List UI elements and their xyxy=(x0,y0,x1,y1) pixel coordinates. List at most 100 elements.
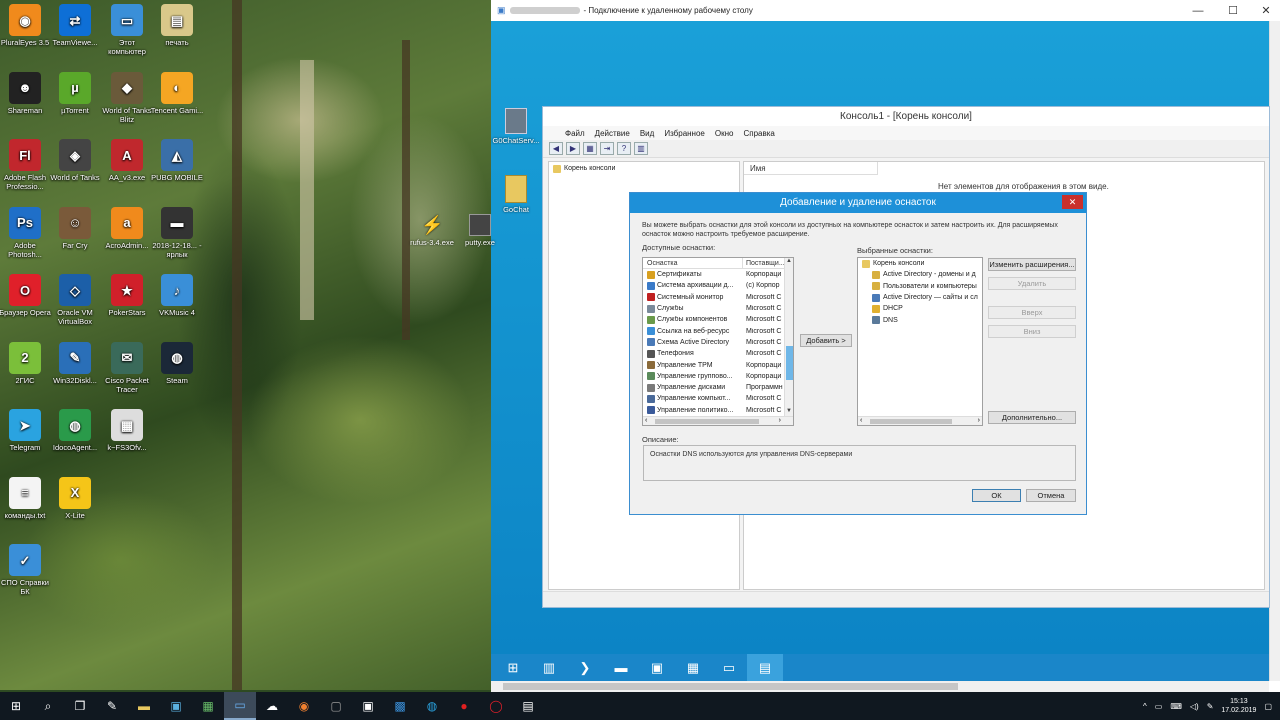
rdp-titlebar[interactable]: ▣ - Подключение к удаленному рабочему ст… xyxy=(491,0,1280,21)
selected-snapin[interactable]: DNS xyxy=(858,314,982,325)
available-snapins-list[interactable]: Оснастка Поставщи... Сертификаты Корпорац… xyxy=(642,257,794,426)
menu-file[interactable]: Файл xyxy=(565,129,585,138)
search-icon[interactable]: ⌕ xyxy=(32,692,64,720)
store-icon[interactable]: ▣ xyxy=(160,692,192,720)
desktop-icon[interactable]: ▬ 2018-12-18... - ярлык xyxy=(150,206,204,259)
list-item[interactable]: Схема Active Directory Microsoft C xyxy=(643,337,793,348)
pen-icon[interactable]: ✎ xyxy=(1207,702,1214,711)
desktop-icon[interactable]: ≡ команды.txt xyxy=(0,476,52,520)
column-header-name[interactable]: Имя xyxy=(744,162,878,175)
list-item[interactable]: Сертификаты Корпораци xyxy=(643,269,793,280)
scroll-thumb[interactable] xyxy=(786,346,793,380)
desktop-icon[interactable]: Fl Adobe Flash Professio... xyxy=(0,139,52,191)
scroll-right-icon[interactable]: › xyxy=(779,417,781,424)
remote-icon-gochat[interactable]: GoChat xyxy=(491,175,541,214)
media-player-icon[interactable]: ◉ xyxy=(288,692,320,720)
tree-horizontal-scrollbar[interactable]: ‹ › xyxy=(858,416,982,425)
record-icon[interactable]: ● xyxy=(448,692,480,720)
selected-snapin[interactable]: Пользователи и компьютеры xyxy=(858,281,982,292)
scroll-right-icon[interactable]: › xyxy=(978,417,980,424)
list-item[interactable]: Система архивации д... (с) Корпор xyxy=(643,280,793,291)
desktop-icon[interactable]: ◍ IdocoAgent... xyxy=(48,409,102,452)
app-icon[interactable]: ✎ xyxy=(96,692,128,720)
media-encoder-icon[interactable]: ▣ xyxy=(352,692,384,720)
network-icon[interactable]: ▭ xyxy=(711,654,747,681)
dialog-close-button[interactable]: ✕ xyxy=(1062,195,1083,209)
minimize-button[interactable]: — xyxy=(1181,0,1215,21)
desktop-icon[interactable]: ♪ VKMusic 4 xyxy=(150,274,204,317)
tree-toggle-icon[interactable]: ▦ xyxy=(583,142,597,155)
help-icon[interactable]: ? xyxy=(617,142,631,155)
cancel-button[interactable]: Отмена xyxy=(1026,489,1076,502)
desktop-icon[interactable]: ⇄ TeamViewe... xyxy=(48,4,102,47)
list-item[interactable]: Ссылка на веб-ресурс Microsoft C xyxy=(643,325,793,336)
list-item[interactable]: Управление политико... Microsoft C xyxy=(643,405,793,416)
desktop-icon[interactable]: ◍ Steam xyxy=(150,341,204,385)
server-manager-icon[interactable]: ▥ xyxy=(531,654,567,681)
export-icon[interactable]: ⇥ xyxy=(600,142,614,155)
start-icon[interactable]: ⊞ xyxy=(0,692,32,720)
scroll-thumb[interactable] xyxy=(870,419,952,424)
menu-action[interactable]: Действие xyxy=(595,129,630,138)
scroll-up-icon[interactable]: ▲ xyxy=(786,258,792,264)
desktop-icon[interactable]: ◈ World of Tanks xyxy=(48,139,102,182)
remote-icon-gochatserv[interactable]: G0ChatServ... xyxy=(491,108,541,145)
notepad-icon[interactable]: ▤ xyxy=(512,692,544,720)
cmd-icon[interactable]: ▣ xyxy=(639,654,675,681)
mmc-title[interactable]: Консоль1 - [Корень консоли] xyxy=(543,107,1269,126)
desktop-icon[interactable]: X X-Lite xyxy=(48,476,102,520)
column-snapin[interactable]: Оснастка xyxy=(643,258,743,268)
remote-icon-rufus[interactable]: ⚡ rufus-3.4.exe xyxy=(407,214,457,247)
scroll-left-icon[interactable]: ‹ xyxy=(645,417,647,424)
premiere-icon[interactable]: ▢ xyxy=(320,692,352,720)
mmc-taskbar-icon[interactable]: ▤ xyxy=(747,654,783,681)
scroll-left-icon[interactable]: ‹ xyxy=(860,417,862,424)
desktop-icon[interactable]: µ µTorrent xyxy=(48,71,102,115)
photos-icon[interactable]: ▦ xyxy=(192,692,224,720)
clock[interactable]: 15:13 17.02.2019 xyxy=(1221,697,1256,715)
advanced-button[interactable]: Дополнительно... xyxy=(988,411,1076,424)
list-item[interactable]: Службы Microsoft C xyxy=(643,303,793,314)
opera-icon[interactable]: ◯ xyxy=(480,692,512,720)
desktop-icon[interactable]: ▭ Этот компьютер xyxy=(100,4,154,56)
desktop-icon[interactable]: A AA_v3.exe xyxy=(100,139,154,182)
scroll-down-icon[interactable]: ▼ xyxy=(786,408,792,414)
dialog-titlebar[interactable]: Добавление и удаление оснасток ✕ xyxy=(630,193,1086,213)
list-item[interactable]: Управление TPM Корпораци xyxy=(643,359,793,370)
desktop-icon[interactable]: ▤ печать xyxy=(150,4,204,47)
list-vertical-scrollbar[interactable]: ▲ ▼ xyxy=(784,258,793,425)
selected-snapin[interactable]: DHCP xyxy=(858,303,982,314)
menu-view[interactable]: Вид xyxy=(640,129,654,138)
action-pane-icon[interactable]: ▥ xyxy=(634,142,648,155)
admin-tools-icon[interactable]: ▦ xyxy=(675,654,711,681)
remove-button[interactable]: Удалить xyxy=(988,277,1076,290)
rdp-taskbar-icon[interactable]: ▭ xyxy=(224,692,256,720)
back-icon[interactable]: ◀ xyxy=(549,142,563,155)
desktop-icon[interactable]: 2 2ГИС xyxy=(0,341,52,385)
notifications-icon[interactable]: ▢ xyxy=(1264,702,1272,711)
remote-icon-putty[interactable]: putty.exe xyxy=(455,214,505,247)
list-item[interactable]: Системный монитор Microsoft C xyxy=(643,292,793,303)
list-item[interactable]: Телефония Microsoft C xyxy=(643,348,793,359)
close-button[interactable]: ✕ xyxy=(1249,0,1280,21)
skype-icon[interactable]: ◍ xyxy=(416,692,448,720)
list-item[interactable]: Управление компьют... Microsoft C xyxy=(643,393,793,404)
windows-start-icon[interactable]: ⊞ xyxy=(495,654,531,681)
menu-window[interactable]: Окно xyxy=(715,129,734,138)
desktop-icon[interactable]: ◇ Oracle VM VirtualBox xyxy=(48,274,102,326)
desktop-icon[interactable]: ✉ Cisco Packet Tracer xyxy=(100,341,154,394)
maximize-button[interactable]: ☐ xyxy=(1216,0,1250,21)
selected-snapin[interactable]: Active Directory — сайты и сл xyxy=(858,292,982,303)
chat-icon[interactable]: ☁ xyxy=(256,692,288,720)
desktop-icon[interactable]: ▦ k~FS3Ofv... xyxy=(100,409,154,452)
selected-snapin[interactable]: Active Directory - домены и д xyxy=(858,269,982,280)
network-icon[interactable]: ▭ xyxy=(1155,702,1163,711)
move-down-button[interactable]: Вниз xyxy=(988,325,1076,338)
list-item[interactable]: Управление дисками Программн xyxy=(643,382,793,393)
menu-favorites[interactable]: Избранное xyxy=(664,129,705,138)
ok-button[interactable]: ОК xyxy=(972,489,1021,502)
desktop-icon[interactable]: ◆ World of Tanks Blitz xyxy=(100,71,154,124)
edit-extensions-button[interactable]: Изменить расширения... xyxy=(988,258,1076,271)
desktop-icon[interactable]: ◭ PUBG MOBILE xyxy=(150,139,204,182)
list-item[interactable]: Службы компонентов Microsoft C xyxy=(643,314,793,325)
